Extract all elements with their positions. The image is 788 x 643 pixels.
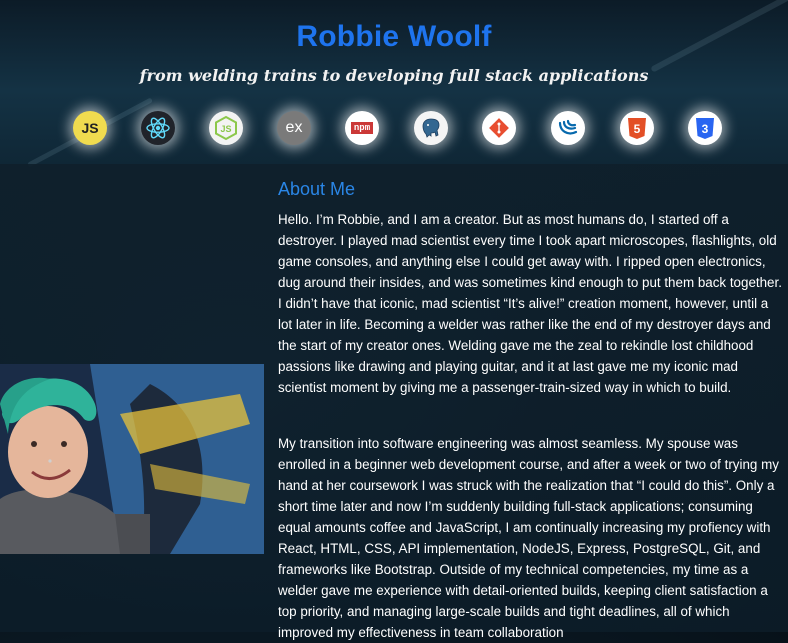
html5-icon: 5 [620,111,654,145]
javascript-icon: JS [73,111,107,145]
jquery-icon [551,111,585,145]
npm-icon-label: npm [350,122,374,134]
header-banner: Robbie Woolf from welding trains to deve… [0,0,788,168]
git-icon [482,111,516,145]
tech-icon-row: JS JS ex npm 5 3 [0,111,788,149]
about-paragraph-2: My transition into software engineering … [278,436,779,640]
express-icon-label: ex [285,119,303,136]
svg-text:3: 3 [702,122,709,136]
react-icon [141,111,175,145]
site-tagline: from welding trains to developing full s… [139,66,649,85]
javascript-icon-label: JS [81,120,99,136]
about-title: About Me [278,179,356,199]
npm-icon: npm [345,111,379,145]
profile-photo [0,364,264,554]
nodejs-icon: JS [209,111,243,145]
css3-icon: 3 [688,111,722,145]
svg-text:5: 5 [634,122,641,136]
postgresql-icon [414,111,448,145]
site-title: Robbie Woolf [296,20,492,53]
express-icon: ex [277,111,311,145]
about-paragraph-1: Hello. I’m Robbie, and I am a creator. B… [278,212,782,395]
svg-text:JS: JS [220,124,231,134]
